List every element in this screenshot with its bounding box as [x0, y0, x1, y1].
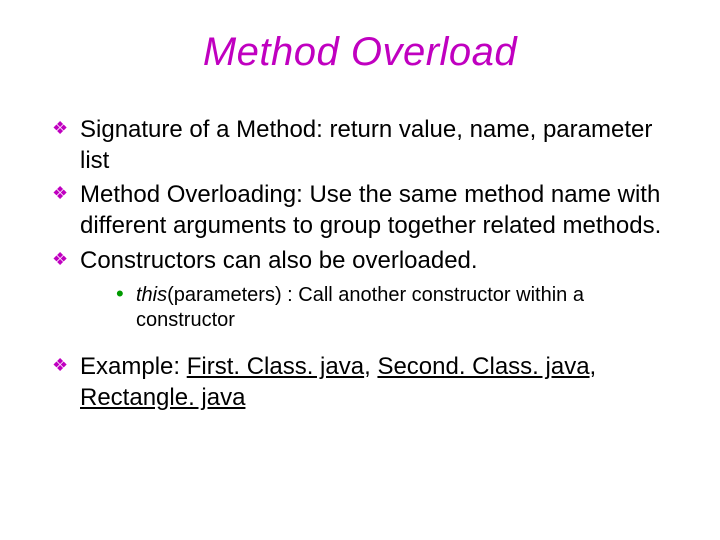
bullet-text: Constructors can also be overloaded.: [80, 247, 478, 274]
bullet-example: Example: First. Class. java, Second. Cla…: [52, 352, 672, 413]
bullet-overloading: Method Overloading: Use the same method …: [52, 180, 672, 241]
sub-bullet-text: (parameters) : Call another constructor …: [136, 284, 584, 332]
bullet-list: Signature of a Method: return value, nam…: [48, 115, 672, 413]
slide-title: Method Overload: [48, 30, 672, 75]
separator: ,: [590, 353, 597, 380]
sub-bullet-this: this(parameters) : Call another construc…: [116, 283, 672, 334]
separator: ,: [364, 353, 377, 380]
keyword-this: this: [136, 284, 167, 306]
link-second-class[interactable]: Second. Class. java: [377, 353, 589, 380]
bullet-text: Signature of a Method: return value, nam…: [80, 116, 652, 174]
link-first-class[interactable]: First. Class. java: [187, 353, 364, 380]
sub-bullet-list: this(parameters) : Call another construc…: [80, 283, 672, 334]
bullet-text: Method Overloading: Use the same method …: [80, 181, 661, 239]
bullet-constructors: Constructors can also be overloaded. thi…: [52, 246, 672, 334]
link-rectangle[interactable]: Rectangle. java: [80, 384, 245, 411]
slide: Method Overload Signature of a Method: r…: [0, 0, 720, 540]
bullet-signature: Signature of a Method: return value, nam…: [52, 115, 672, 176]
example-lead: Example:: [80, 353, 187, 380]
